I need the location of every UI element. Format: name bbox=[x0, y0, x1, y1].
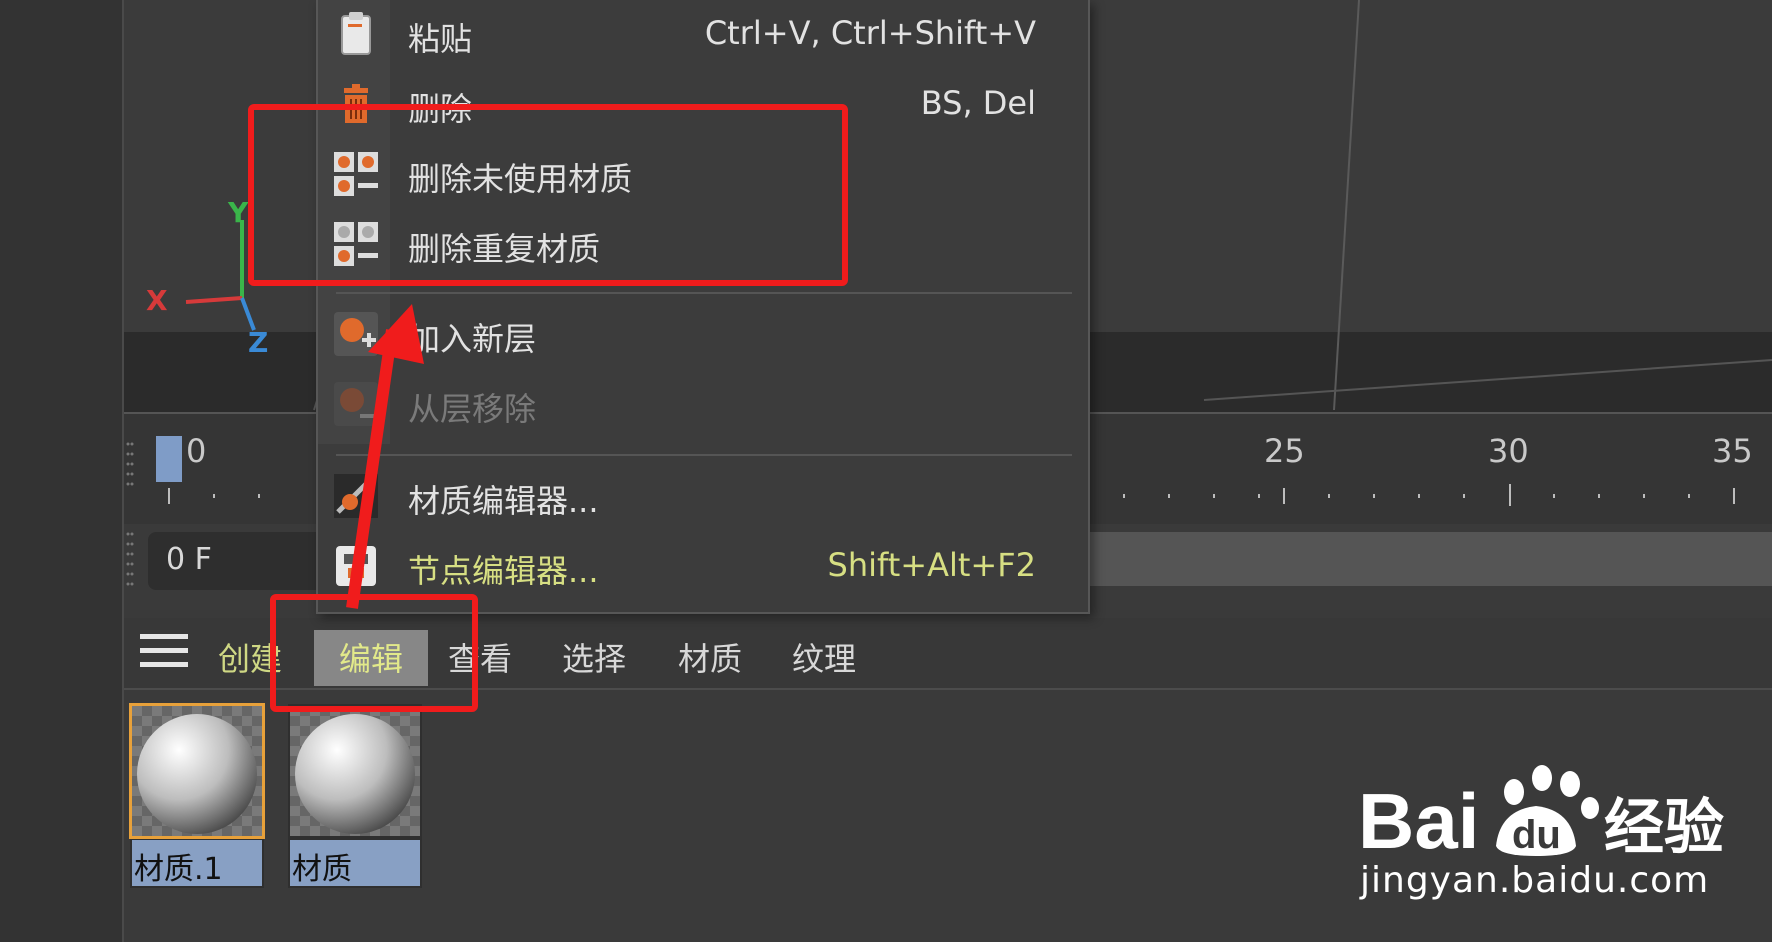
hamburger-menu-icon[interactable] bbox=[140, 634, 188, 672]
menu-item-shortcut: Shift+Alt+F2 bbox=[827, 546, 1036, 584]
logo-text: Bai bbox=[1358, 777, 1479, 865]
menu-item-shortcut: BS, Del bbox=[920, 84, 1036, 122]
timeline-tick-label: 35 bbox=[1712, 432, 1753, 470]
menu-item-label: 粘贴 bbox=[408, 20, 473, 58]
frame-range-bar[interactable] bbox=[1080, 532, 1772, 586]
axis-z-label: Z bbox=[248, 326, 269, 359]
svg-text:du: du bbox=[1512, 813, 1561, 857]
material-thumbnail[interactable]: 材质 bbox=[288, 704, 422, 888]
timeline-tick-label: 30 bbox=[1488, 432, 1529, 470]
tab-select[interactable]: 选择 bbox=[562, 630, 626, 686]
material-thumbnail[interactable]: 材质.1 bbox=[129, 703, 265, 888]
material-sphere-icon bbox=[290, 706, 420, 836]
svg-text:经验: 经验 bbox=[1604, 793, 1724, 863]
timeline-tick-label: 0 bbox=[186, 432, 207, 470]
tab-material[interactable]: 材质 bbox=[678, 630, 742, 686]
left-side-panel bbox=[0, 0, 122, 942]
watermark-url: jingyan.baidu.com bbox=[1360, 860, 1710, 901]
menu-item-shortcut: Ctrl+V, Ctrl+Shift+V bbox=[704, 14, 1036, 52]
current-frame-field[interactable]: 0 F bbox=[148, 532, 328, 590]
tab-texture[interactable]: 纹理 bbox=[792, 630, 856, 686]
range-grip-icon[interactable] bbox=[126, 530, 134, 590]
playhead-marker[interactable] bbox=[156, 436, 182, 482]
menu-item-paste[interactable]: 粘贴 Ctrl+V, Ctrl+Shift+V bbox=[318, 0, 1084, 70]
timeline-tick-label: 25 bbox=[1264, 432, 1305, 470]
material-name: 材质 bbox=[292, 852, 352, 886]
axis-x-label: X bbox=[146, 284, 168, 317]
current-frame-value: 0 F bbox=[166, 542, 212, 577]
axis-y-label: Y bbox=[228, 196, 249, 229]
annotation-arrow-icon bbox=[346, 304, 424, 609]
material-name: 材质.1 bbox=[134, 852, 223, 886]
clipboard-icon bbox=[341, 12, 371, 55]
annotation-highlight-box bbox=[248, 104, 848, 286]
material-sphere-icon bbox=[129, 703, 265, 839]
